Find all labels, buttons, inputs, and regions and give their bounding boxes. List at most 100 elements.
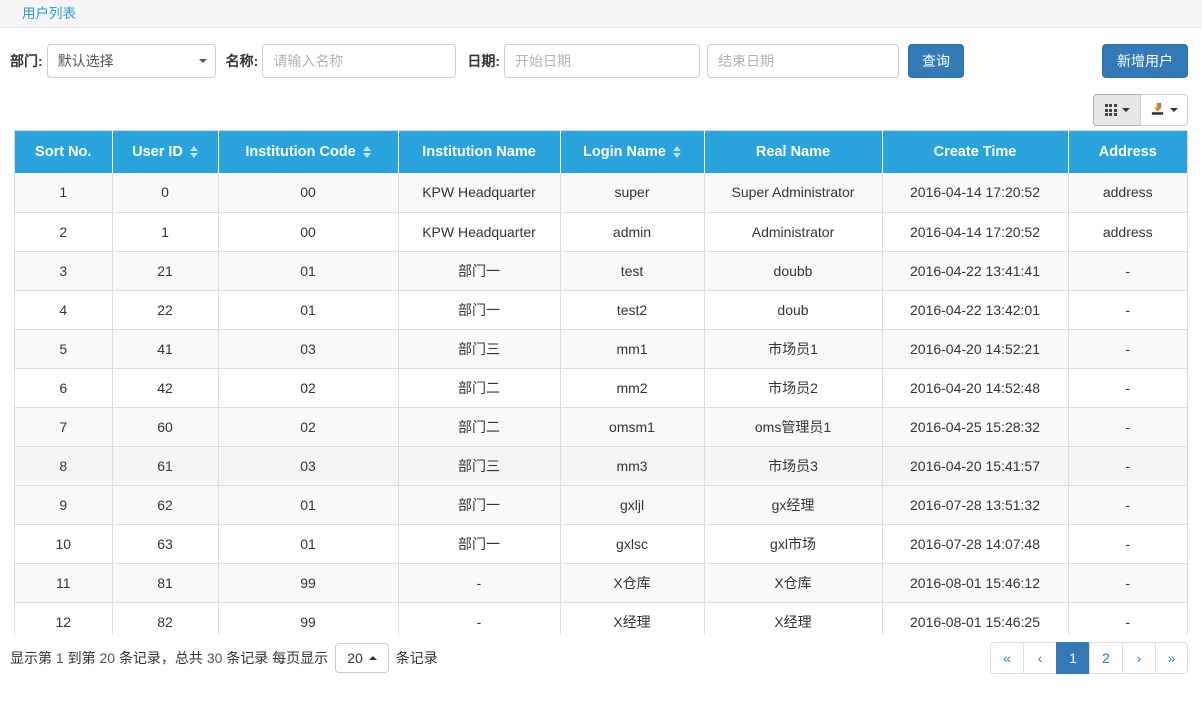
table-row[interactable]: 6 42 02 部门二 mm2 市场员2 2016-04-20 14:52:48- (15, 368, 1187, 408)
column-header-login-name[interactable]: Login Name (560, 131, 705, 173)
column-header-address[interactable]: Address (1068, 131, 1187, 173)
column-header-label: Real Name (755, 144, 831, 160)
cell-sort-no: 10 (15, 524, 113, 564)
table-body-scroll[interactable]: 1 0 00 KPW Headquarter super Super Administra… (15, 173, 1187, 635)
date-label: 日期: (467, 53, 501, 69)
name-input[interactable] (262, 44, 457, 78)
grid-icon (1104, 104, 1117, 116)
columns-dropdown-button[interactable] (1093, 94, 1140, 126)
cell-create-time: 2016-04-20 14:52:21 (882, 329, 1069, 369)
sort-arrows-icon[interactable] (362, 146, 371, 158)
pagination-first[interactable]: « (990, 642, 1023, 674)
cell-institution-name: 部门二 (398, 407, 561, 447)
tab-strip: 用户列表 (0, 0, 1202, 28)
table-row[interactable]: 11 81 99- X仓库 X仓库 2016-08-01 15:46:12- (15, 563, 1187, 603)
cell-institution-name: 部门二 (398, 368, 561, 408)
pagination-page-1[interactable]: 1 (1056, 642, 1089, 674)
table-footer: 显示第 1 到第 20 条记录，总共 30 条记录 每页显示 20 条记录 «‹… (0, 635, 1202, 681)
page-size-dropdown[interactable]: 20 (335, 643, 389, 673)
table-row[interactable]: 4 22 01 部门一 test2 doub 2016-04-22 13:42:01- (15, 290, 1187, 330)
cell-address: - (1068, 290, 1187, 330)
column-header-real-name[interactable]: Real Name (704, 131, 883, 173)
column-header-label: User ID (132, 144, 183, 160)
cell-institution-name: KPW Headquarter (398, 212, 561, 252)
cell-address: - (1068, 563, 1187, 603)
cell-sort-no: 4 (15, 290, 113, 330)
column-header-label: Create Time (933, 144, 1017, 160)
cell-address: - (1068, 485, 1187, 525)
column-header-institution-code[interactable]: Institution Code (218, 131, 399, 173)
cell-institution-code: 99 (218, 563, 399, 603)
cell-user-id: 21 (112, 251, 219, 291)
cell-login-name: mm3 (560, 446, 705, 486)
cell-sort-no: 7 (15, 407, 113, 447)
column-header-user-id[interactable]: User ID (112, 131, 219, 173)
pagination-next[interactable]: › (1122, 642, 1155, 674)
cell-real-name: oms管理员1 (704, 407, 883, 447)
cell-user-id: 60 (112, 407, 219, 447)
cell-user-id: 42 (112, 368, 219, 408)
pagination-prev[interactable]: ‹ (1023, 642, 1056, 674)
table-row[interactable]: 9 62 01 部门一 gxljl gx经理 2016-07-28 13:51:32- (15, 485, 1187, 525)
department-select[interactable]: 默认选择 (46, 44, 216, 78)
chevron-up-icon (368, 656, 377, 660)
column-header-institution-name[interactable]: Institution Name (398, 131, 561, 173)
end-date-input[interactable] (707, 44, 900, 78)
table-row[interactable]: 7 60 02 部门二 omsm1 oms管理员1 2016-04-25 15:28:32- (15, 407, 1187, 447)
table-row[interactable]: 10 63 01 部门一 gxlsc gxl市场 2016-07-28 14:07:48- (15, 524, 1187, 564)
cell-real-name: X经理 (704, 602, 883, 635)
cell-user-id: 22 (112, 290, 219, 330)
cell-institution-code: 02 (218, 368, 399, 408)
cell-sort-no: 2 (15, 212, 113, 252)
table-row[interactable]: 8 61 03 部门三 mm3 市场员3 2016-04-20 15:41:57- (15, 446, 1187, 486)
column-header-label: Address (1098, 144, 1157, 160)
cell-sort-no: 12 (15, 602, 113, 635)
table-row[interactable]: 3 21 01 部门一 test doubb 2016-04-22 13:41:41- (15, 251, 1187, 291)
department-select-value: 默认选择 (57, 53, 114, 69)
cell-sort-no: 9 (15, 485, 113, 525)
table-row[interactable]: 12 82 99- X经理 X经理 2016-08-01 15:46:25- (15, 602, 1187, 635)
cell-institution-name: 部门三 (398, 446, 561, 486)
table-row[interactable]: 2 1 00 KPW Headquarter admin Administrator 201… (15, 212, 1187, 252)
cell-real-name: doub (704, 290, 883, 330)
column-header-label: Login Name (583, 144, 666, 160)
cell-institution-name: 部门一 (398, 485, 561, 525)
cell-institution-name: 部门一 (398, 524, 561, 564)
cell-login-name: X仓库 (560, 563, 705, 603)
cell-create-time: 2016-04-22 13:41:41 (882, 251, 1069, 291)
cell-real-name: Administrator (704, 212, 883, 252)
column-header-create-time[interactable]: Create Time (882, 131, 1069, 173)
cell-sort-no: 11 (15, 563, 113, 603)
pagination-last[interactable]: » (1155, 642, 1188, 674)
cell-create-time: 2016-04-14 17:20:52 (882, 173, 1069, 213)
cell-institution-code: 01 (218, 251, 399, 291)
cell-institution-name: - (398, 563, 561, 603)
cell-user-id: 0 (112, 173, 219, 213)
cell-address: address (1068, 212, 1187, 252)
export-dropdown-button[interactable] (1140, 94, 1188, 126)
table-row[interactable]: 5 41 03 部门三 mm1 市场员1 2016-04-20 14:52:21- (15, 329, 1187, 369)
info-mid2: 条记录，总共 (118, 650, 203, 666)
cell-user-id: 82 (112, 602, 219, 635)
cell-institution-code: 99 (218, 602, 399, 635)
page-size-value: 20 (347, 650, 363, 666)
cell-institution-code: 00 (218, 212, 399, 252)
sort-arrows-icon[interactable] (672, 146, 681, 158)
start-date-input[interactable] (504, 44, 701, 78)
column-header-label: Institution Name (422, 144, 536, 160)
sort-arrows-icon[interactable] (189, 146, 198, 158)
cell-real-name: gxl市场 (704, 524, 883, 564)
name-label: 名称: (225, 53, 259, 69)
query-button[interactable]: 查询 (908, 44, 965, 78)
cell-login-name: admin (560, 212, 705, 252)
pagination-page-2[interactable]: 2 (1089, 642, 1122, 674)
table-row[interactable]: 1 0 00 KPW Headquarter super Super Administra… (15, 173, 1187, 213)
cell-login-name: mm2 (560, 368, 705, 408)
tab-user-list[interactable]: 用户列表 (22, 7, 76, 21)
cell-login-name: mm1 (560, 329, 705, 369)
column-header-sort-no[interactable]: Sort No. (15, 131, 113, 173)
cell-institution-code: 00 (218, 173, 399, 213)
add-user-button[interactable]: 新增用户 (1102, 44, 1188, 78)
cell-address: - (1068, 251, 1187, 291)
cell-sort-no: 3 (15, 251, 113, 291)
